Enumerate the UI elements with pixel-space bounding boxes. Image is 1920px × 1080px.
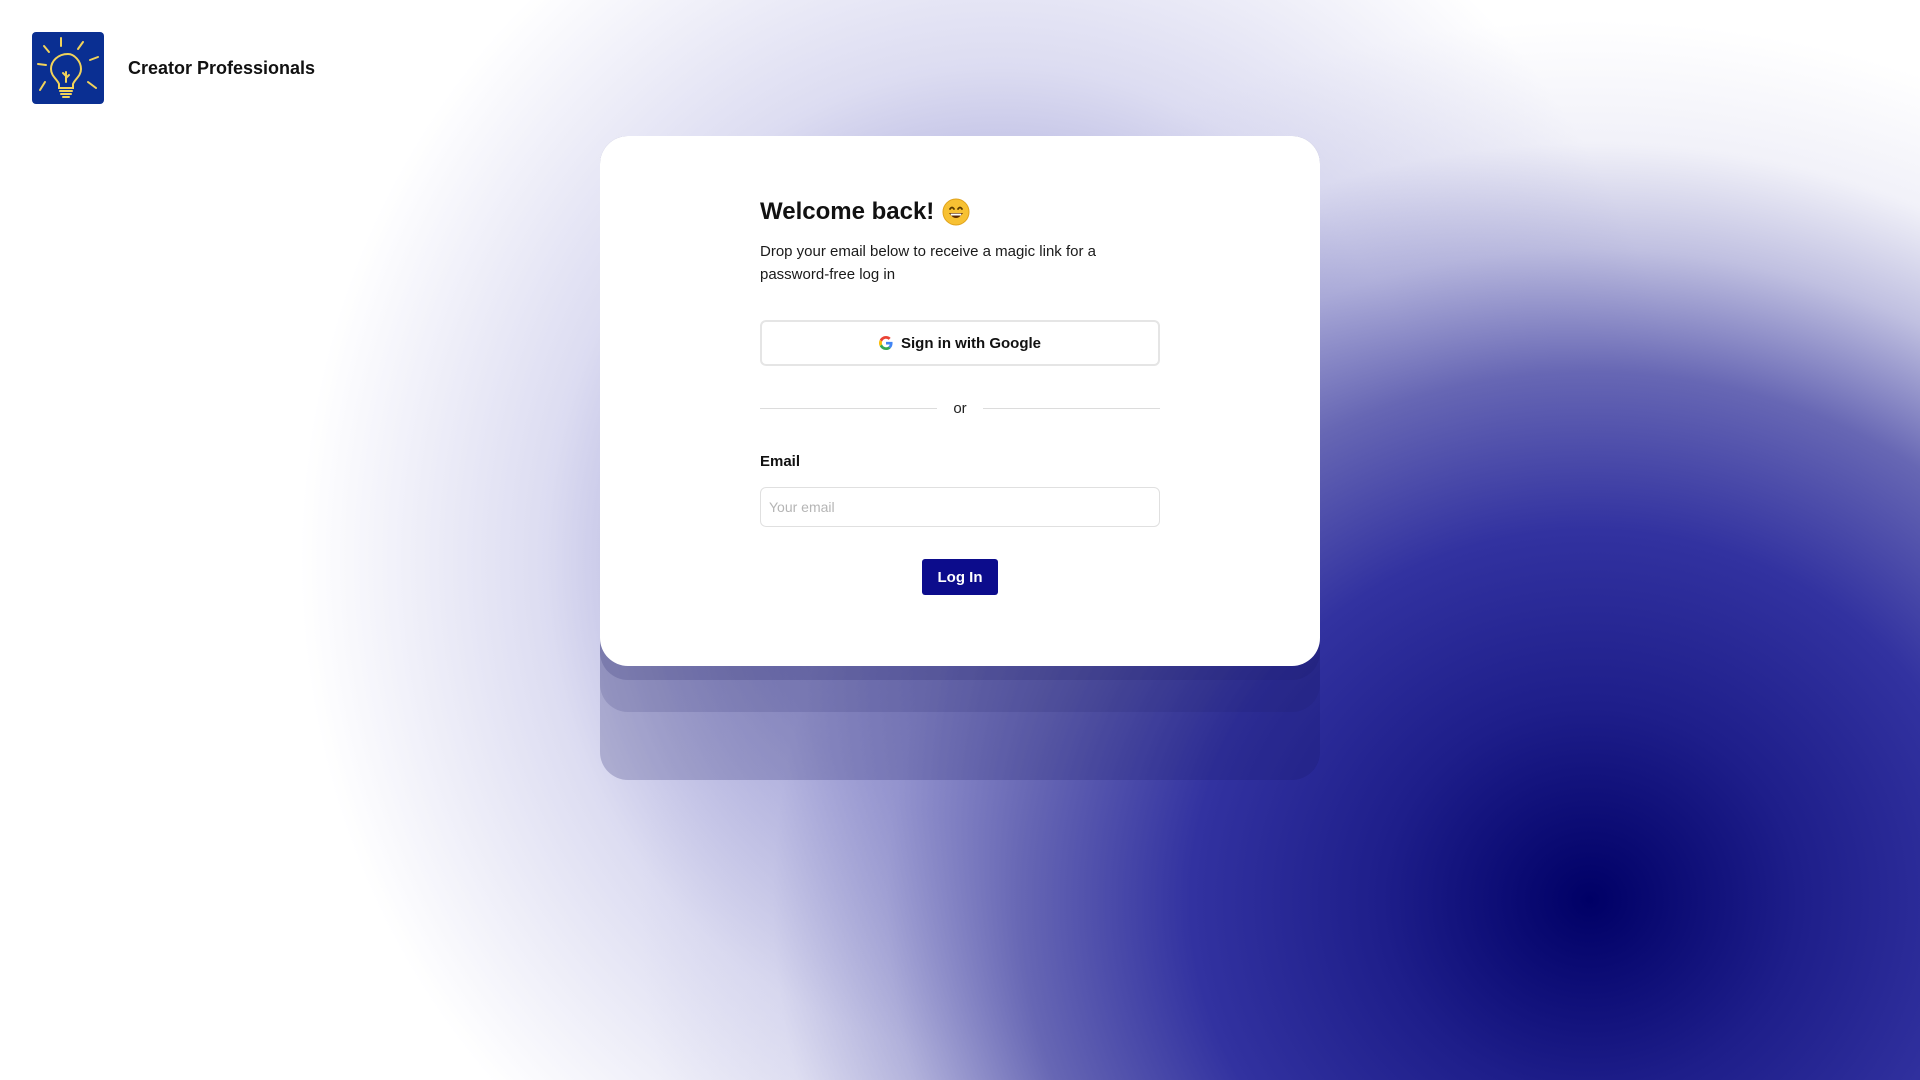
title-text: Welcome back! (760, 198, 935, 225)
email-label: Email (760, 453, 801, 470)
google-icon (879, 336, 893, 350)
page-title: Welcome back! (760, 198, 1160, 226)
divider-text: or (953, 400, 967, 417)
google-sign-in-button[interactable]: Sign in with Google (760, 320, 1160, 366)
google-button-label: Sign in with Google (901, 334, 1041, 352)
log-in-button[interactable]: Log In (922, 559, 998, 595)
email-input[interactable] (760, 487, 1160, 527)
brand-header: Creator Professionals (32, 32, 315, 104)
brand-name[interactable]: Creator Professionals (128, 58, 315, 79)
login-form: Welcome back! Drop your email below to r… (760, 198, 1160, 595)
lightbulb-icon[interactable] (32, 32, 104, 104)
grinning-face-emoji-icon (942, 198, 970, 226)
or-divider: or (760, 400, 1160, 417)
divider-line (982, 408, 1160, 409)
login-card: Welcome back! Drop your email below to r… (600, 136, 1320, 666)
login-button-wrap: Log In (760, 559, 1160, 595)
subtitle: Drop your email below to receive a magic… (760, 243, 1096, 283)
divider-line (760, 408, 938, 409)
